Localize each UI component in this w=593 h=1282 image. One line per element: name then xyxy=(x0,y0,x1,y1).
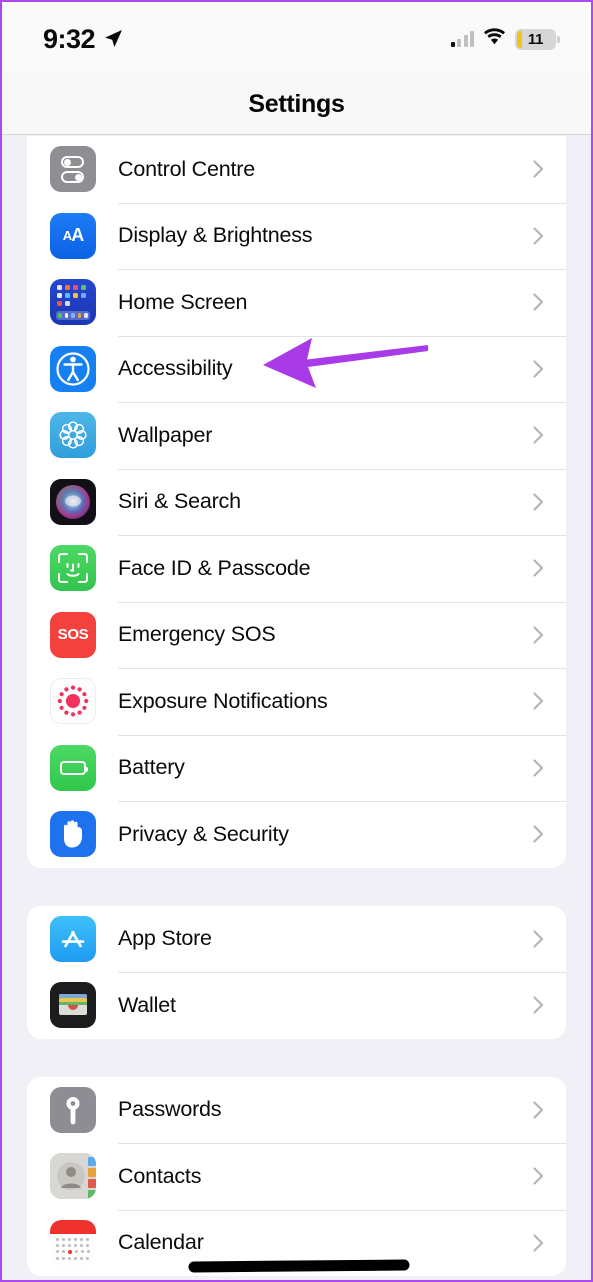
privacy-security-icon xyxy=(50,811,96,858)
settings-row-accessibility[interactable]: Accessibility xyxy=(27,335,566,403)
chevron-right-icon xyxy=(533,1101,544,1119)
status-bar: 9:32 11 xyxy=(2,2,591,72)
chevron-right-icon xyxy=(533,360,544,378)
settings-row-label: Contacts xyxy=(118,1163,202,1188)
settings-row-label: App Store xyxy=(118,926,212,951)
passwords-icon xyxy=(50,1086,96,1133)
chevron-right-icon xyxy=(533,996,544,1014)
settings-row-label: Face ID & Passcode xyxy=(118,555,311,580)
page-title: Settings xyxy=(248,90,345,118)
settings-group-accounts: Passwords Contacts Calendar xyxy=(27,1076,566,1277)
chevron-right-icon xyxy=(533,626,544,644)
settings-row-label: Exposure Notifications xyxy=(118,688,328,713)
face-id-icon xyxy=(50,545,96,592)
settings-row-siri-search[interactable]: Siri & Search xyxy=(27,468,566,536)
settings-row-wallpaper[interactable]: Wallpaper xyxy=(27,402,566,469)
settings-row-label: Siri & Search xyxy=(118,489,241,514)
chevron-right-icon xyxy=(533,759,544,777)
control-centre-icon xyxy=(50,146,96,193)
battery-fill xyxy=(517,30,522,48)
settings-row-label: Wallet xyxy=(118,992,176,1017)
settings-row-control-centre[interactable]: Control Centre xyxy=(27,136,566,203)
settings-group-system: Control Centre AA Display & Brightness H… xyxy=(27,136,566,868)
settings-row-label: Wallpaper xyxy=(118,422,213,447)
settings-row-calendar[interactable]: Calendar xyxy=(27,1209,566,1277)
chevron-right-icon xyxy=(533,1167,544,1185)
sos-label: SOS xyxy=(57,626,89,644)
wifi-icon xyxy=(483,28,506,50)
navigation-bar: Settings xyxy=(2,72,591,135)
settings-row-app-store[interactable]: App Store xyxy=(27,906,566,973)
settings-row-label: Home Screen xyxy=(118,289,248,314)
settings-row-label: Display & Brightness xyxy=(118,223,313,248)
accessibility-icon xyxy=(50,345,96,392)
emergency-sos-icon: SOS xyxy=(50,611,96,658)
settings-row-label: Privacy & Security xyxy=(118,821,289,846)
row-divider xyxy=(118,402,566,403)
row-divider xyxy=(118,734,566,736)
cellular-signal-icon xyxy=(450,31,474,47)
battery-percent-label: 11 xyxy=(527,30,544,48)
calendar-icon xyxy=(50,1219,96,1266)
home-screen-icon xyxy=(50,279,96,326)
settings-row-privacy-security[interactable]: Privacy & Security xyxy=(27,801,566,868)
settings-row-display-brightness[interactable]: AA Display & Brightness xyxy=(27,202,566,270)
settings-row-contacts[interactable]: Contacts xyxy=(27,1143,566,1210)
chevron-right-icon xyxy=(533,825,544,843)
app-store-icon xyxy=(50,915,96,962)
wallet-icon xyxy=(50,982,96,1029)
status-bar-indicators: 11 xyxy=(450,28,560,50)
row-divider xyxy=(118,202,566,204)
wallpaper-icon xyxy=(50,412,96,459)
location-arrow-icon xyxy=(102,28,124,55)
chevron-right-icon xyxy=(533,426,544,444)
row-divider xyxy=(118,468,566,470)
settings-row-wallet[interactable]: Wallet xyxy=(27,972,566,1039)
status-bar-clock: 9:32 xyxy=(43,24,96,54)
row-divider xyxy=(118,972,566,973)
contacts-icon xyxy=(50,1153,96,1200)
settings-row-face-id-passcode[interactable]: Face ID & Passcode xyxy=(27,535,566,602)
settings-row-label: Emergency SOS xyxy=(118,622,276,647)
battery-indicator: 11 xyxy=(515,28,560,50)
row-divider xyxy=(118,601,566,603)
chevron-right-icon xyxy=(533,160,544,178)
settings-row-exposure-notifications[interactable]: Exposure Notifications xyxy=(27,668,566,735)
settings-row-emergency-sos[interactable]: SOS Emergency SOS xyxy=(27,601,566,669)
chevron-right-icon xyxy=(533,293,544,311)
row-divider xyxy=(118,668,566,669)
row-divider xyxy=(118,269,566,270)
settings-group-store: App Store Wallet xyxy=(27,905,566,1039)
settings-row-home-screen[interactable]: Home Screen xyxy=(27,269,566,336)
row-divider xyxy=(118,335,566,337)
row-divider xyxy=(118,1209,566,1211)
display-icon-big-a: A xyxy=(71,225,84,246)
display-icon-small-a: A xyxy=(62,228,72,244)
settings-list[interactable]: Control Centre AA Display & Brightness H… xyxy=(2,136,591,1280)
settings-row-passwords[interactable]: Passwords xyxy=(27,1077,566,1144)
settings-row-label: Control Centre xyxy=(118,156,256,181)
chevron-right-icon xyxy=(533,930,544,948)
siri-icon xyxy=(50,478,96,525)
chevron-right-icon xyxy=(533,227,544,245)
settings-row-battery[interactable]: Battery xyxy=(27,734,566,802)
exposure-notifications-icon xyxy=(50,678,96,725)
chevron-right-icon xyxy=(533,559,544,577)
display-brightness-icon: AA xyxy=(50,212,96,259)
settings-row-label: Calendar xyxy=(118,1230,204,1255)
settings-row-label: Passwords xyxy=(118,1097,222,1122)
chevron-right-icon xyxy=(533,692,544,710)
battery-icon xyxy=(50,744,96,791)
settings-row-label: Battery xyxy=(118,755,185,780)
row-divider xyxy=(118,801,566,802)
phone-screen: 9:32 11 Settings Control Centre A A Disp… xyxy=(0,0,593,1282)
chevron-right-icon xyxy=(533,493,544,511)
chevron-right-icon xyxy=(533,1234,544,1252)
row-divider xyxy=(118,535,566,536)
settings-row-label: Accessibility xyxy=(118,356,233,381)
row-divider xyxy=(118,1143,566,1144)
